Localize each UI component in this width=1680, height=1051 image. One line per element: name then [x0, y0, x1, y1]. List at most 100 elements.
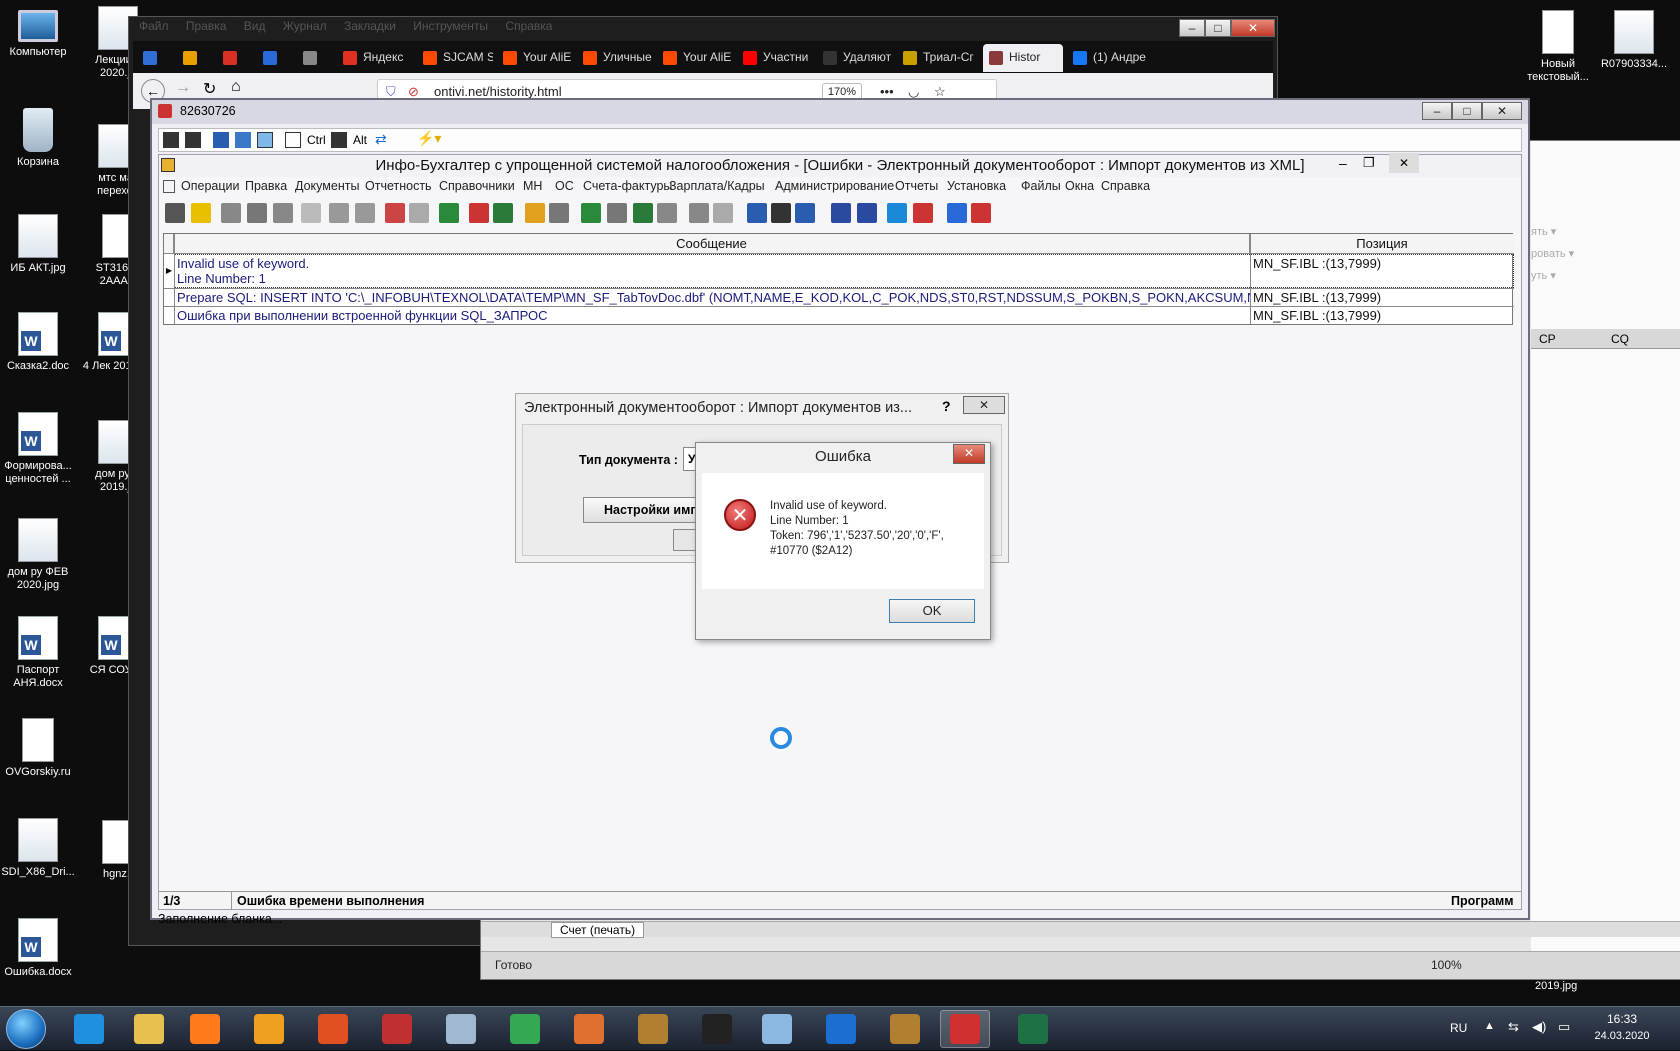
print-icon[interactable]: [689, 203, 709, 223]
help-icon[interactable]: ?: [942, 398, 951, 414]
desktop-icon-file[interactable]: Новый текстовый...: [1518, 10, 1598, 84]
menu-item[interactable]: Отчетность: [365, 179, 432, 193]
ff-menu-item[interactable]: Журнал: [283, 19, 327, 33]
lightning-icon[interactable]: ⚡▾: [417, 130, 441, 147]
app-maximize-button[interactable]: □: [1452, 102, 1482, 120]
menu-item[interactable]: Зарплата/Кадры: [669, 179, 765, 193]
excel-zoom[interactable]: 100%: [1431, 958, 1462, 972]
taskbar-app-button[interactable]: [940, 1010, 990, 1048]
delete-icon[interactable]: [355, 203, 375, 223]
desktop-icon-trash[interactable]: Корзина: [0, 108, 78, 169]
menu-item[interactable]: Файлы: [1021, 179, 1061, 193]
highlight2-icon[interactable]: [409, 203, 429, 223]
save-icon[interactable]: [549, 203, 569, 223]
desktop-icon-computer[interactable]: Компьютер: [0, 10, 78, 59]
menu-item[interactable]: Справочники: [439, 179, 515, 193]
ff-menu-item[interactable]: Правка: [186, 19, 227, 33]
app-minimize-button[interactable]: –: [1422, 102, 1452, 120]
ribbon-item[interactable]: ровать ▾: [1531, 243, 1574, 265]
taskbar-app-button[interactable]: [64, 1010, 114, 1048]
word-export-icon[interactable]: [607, 203, 627, 223]
taskbar-app-button[interactable]: [628, 1010, 678, 1048]
menu-item[interactable]: ОС: [555, 179, 574, 193]
screen-icon[interactable]: [257, 132, 273, 148]
taskbar-app-button[interactable]: [752, 1010, 802, 1048]
tool-icon[interactable]: [213, 132, 229, 148]
menu-item[interactable]: Окна: [1065, 179, 1094, 193]
inner-close-icon[interactable]: ✕: [1389, 153, 1419, 173]
taskbar-app-button[interactable]: [372, 1010, 422, 1048]
skype-icon[interactable]: [887, 203, 907, 223]
taskbar-app-button[interactable]: [1008, 1010, 1058, 1048]
taskbar-app-button[interactable]: [308, 1010, 358, 1048]
reload-icon[interactable]: ↻: [203, 79, 216, 99]
forward-icon[interactable]: →: [175, 79, 191, 97]
menu-item[interactable]: Правка: [245, 179, 287, 193]
ff-menu-item[interactable]: Файл: [139, 19, 169, 33]
browser-tab[interactable]: [297, 44, 333, 72]
taskbar-app-button[interactable]: [564, 1010, 614, 1048]
ff-menu-item[interactable]: Справка: [505, 19, 552, 33]
clock-date[interactable]: 24.03.2020: [1582, 1030, 1662, 1042]
network-icon[interactable]: ⇆: [1508, 1019, 1519, 1035]
tool-icon[interactable]: [163, 132, 179, 148]
taskbar-app-button[interactable]: [436, 1010, 486, 1048]
column-header[interactable]: CQ: [1611, 332, 1629, 346]
calc2-icon[interactable]: [633, 203, 653, 223]
browser-tab[interactable]: Your AliE: [657, 44, 733, 72]
menu-item[interactable]: Отчеты: [895, 179, 938, 193]
refresh-icon[interactable]: ⇄: [375, 131, 387, 148]
list-icon[interactable]: [657, 203, 677, 223]
globe-icon[interactable]: [947, 203, 967, 223]
grid-header-position[interactable]: Позиция: [1250, 234, 1514, 254]
browser-tab[interactable]: [137, 44, 173, 72]
taskbar-app-button[interactable]: [880, 1010, 930, 1048]
browser-tab[interactable]: [217, 44, 253, 72]
ff-menu-item[interactable]: Вид: [244, 19, 266, 33]
fullscreen-icon[interactable]: [285, 132, 301, 148]
ctrl-key[interactable]: Ctrl: [307, 133, 326, 147]
menu-item[interactable]: Счета-фактуры: [583, 179, 672, 193]
browser-tab[interactable]: Уличные: [577, 44, 653, 72]
document-menu-icon[interactable]: [163, 180, 175, 193]
browser-tab[interactable]: [257, 44, 293, 72]
app-close-button[interactable]: ✕: [1482, 102, 1522, 120]
ff-menu-item[interactable]: Инструменты: [413, 19, 488, 33]
desktop-icon-file[interactable]: ИБ АКТ.jpg: [0, 214, 78, 275]
browser-tab[interactable]: Histor: [983, 44, 1063, 72]
desktop-icon-file[interactable]: Паспорт АНЯ.docx: [0, 616, 78, 690]
import-close-button[interactable]: ✕: [963, 396, 1005, 414]
inner-restore-icon[interactable]: ❐: [1363, 155, 1375, 171]
taskbar-app-button[interactable]: [500, 1010, 550, 1048]
clock-time[interactable]: 16:33: [1592, 1012, 1652, 1026]
tray-expand-icon[interactable]: ▲: [1484, 1020, 1495, 1032]
tool-icon[interactable]: [331, 132, 347, 148]
ribbon-item[interactable]: ять ▾: [1531, 221, 1574, 243]
taskbar-app-button[interactable]: [180, 1010, 230, 1048]
menu-item[interactable]: Справка: [1101, 179, 1150, 193]
ib10-icon[interactable]: [857, 203, 877, 223]
browser-tab[interactable]: Your AliE: [497, 44, 573, 72]
split-icon[interactable]: [247, 203, 267, 223]
alt-key[interactable]: Alt: [353, 133, 367, 147]
browser-tab[interactable]: Яндекс: [337, 44, 413, 72]
desktop-icon-file[interactable]: R07903334...: [1594, 10, 1674, 71]
grid-icon[interactable]: [165, 203, 185, 223]
network-icon[interactable]: [971, 203, 991, 223]
tool-icon[interactable]: [185, 132, 201, 148]
desktop-icon-shortcut[interactable]: OVGorskiy.ru: [0, 718, 78, 779]
calculator-icon[interactable]: [493, 203, 513, 223]
taskbar-app-button[interactable]: [124, 1010, 174, 1048]
paste-icon[interactable]: [273, 203, 293, 223]
help-icon[interactable]: [747, 203, 767, 223]
highlight-icon[interactable]: [385, 203, 405, 223]
taskbar-app-button[interactable]: [692, 1010, 742, 1048]
ff-close-button[interactable]: ✕: [1231, 19, 1275, 37]
ff-maximize-button[interactable]: □: [1205, 19, 1231, 37]
error-close-button[interactable]: ✕: [953, 444, 985, 464]
browser-tab[interactable]: (1) Андре: [1067, 44, 1147, 72]
folder-open-icon[interactable]: [525, 203, 545, 223]
preview-icon[interactable]: [713, 203, 733, 223]
column-header[interactable]: CP: [1539, 332, 1556, 346]
browser-tab[interactable]: SJCAM SJ: [417, 44, 493, 72]
